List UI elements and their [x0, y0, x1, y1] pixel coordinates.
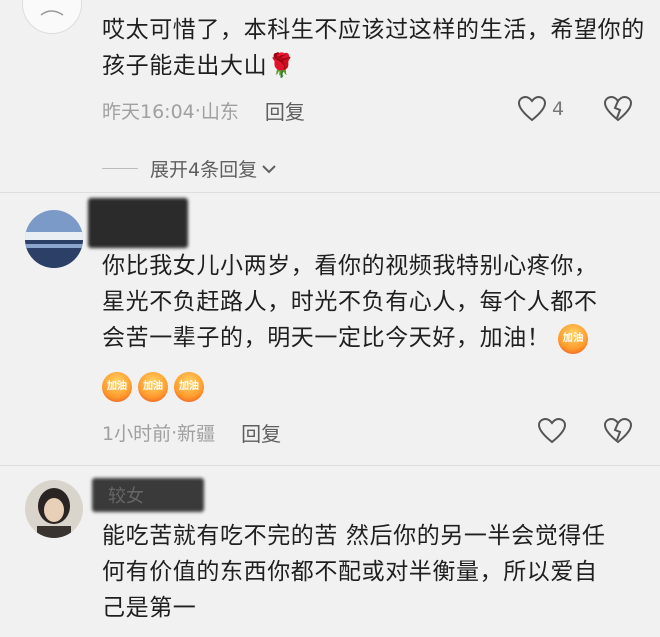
username-partial: 较女 [108, 486, 144, 507]
heart-outline-icon[interactable] [518, 96, 546, 122]
comment-line: 你比我女儿小两岁，看你的视频我特别心疼你， [102, 253, 598, 279]
jiayou-emoji: 加油 [138, 372, 168, 402]
comment-location: 新疆 [177, 423, 216, 445]
comment-divider [0, 192, 660, 193]
avatar[interactable] [22, 0, 82, 34]
expand-replies[interactable]: 展开4条回复 [102, 155, 277, 182]
comment-time: 昨天16:04 [102, 101, 195, 123]
jiayou-emoji: 加油 [102, 372, 132, 402]
expand-label: 展开4条回复 [150, 159, 258, 181]
emoji-row: 加油 加油 加油 [102, 372, 204, 402]
comment-text: 哎太可惜了，本科生不应该过这样的生活，希望你的孩子能走出大山🌹 [102, 12, 647, 84]
avatar-sketch-icon [40, 10, 64, 16]
username-redacted [88, 198, 188, 248]
comment-line: 会苦一辈子的，明天一定比今天好，加油！ 加油 [102, 320, 647, 356]
comment-line: 星光不负赶路人，时光不负有心人，每个人都不 [102, 289, 598, 315]
comment-meta: 1小时前 · 新疆 回复 [102, 418, 281, 447]
jiayou-emoji: 加油 [558, 323, 589, 354]
comment-text: 能吃苦就有吃不完的苦 然后你的另一半会觉得任 何有价值的东西你都不配或对半衡量，… [102, 518, 647, 626]
like-count: 4 [552, 98, 565, 120]
comment-location: 山东 [200, 101, 239, 123]
heart-outline-icon[interactable] [538, 418, 566, 444]
comment-line: 己是第一 [102, 595, 197, 621]
avatar-portrait-image [25, 480, 83, 538]
comment-text: 你比我女儿小两岁，看你的视频我特别心疼你， 星光不负赶路人，时光不负有心人，每个… [102, 248, 647, 356]
comment-divider [0, 465, 660, 466]
broken-heart-icon[interactable] [604, 96, 632, 122]
comment-body: 哎太可惜了，本科生不应该过这样的生活，希望你的孩子能走出大山 [102, 17, 645, 79]
comment-line: 能吃苦就有吃不完的苦 然后你的另一半会觉得任 [102, 523, 606, 549]
reply-button[interactable]: 回复 [241, 418, 281, 447]
expand-divider [102, 168, 138, 169]
comment-line: 何有价值的东西你都不配或对半衡量，所以爱自 [102, 559, 598, 585]
jiayou-emoji: 加油 [174, 372, 204, 402]
comment-time: 1小时前 [102, 423, 172, 445]
avatar[interactable] [25, 210, 83, 268]
reply-button[interactable]: 回复 [265, 96, 305, 125]
comment-line-text: 会苦一辈子的，明天一定比今天好，加油！ [102, 325, 551, 351]
broken-heart-icon[interactable] [604, 418, 632, 444]
avatar-landscape-image [25, 210, 83, 268]
rose-emoji: 🌹 [267, 53, 297, 79]
chevron-down-icon [262, 164, 276, 173]
comment-meta: 昨天16:04 · 山东 回复 [102, 96, 305, 125]
avatar[interactable] [25, 480, 83, 538]
